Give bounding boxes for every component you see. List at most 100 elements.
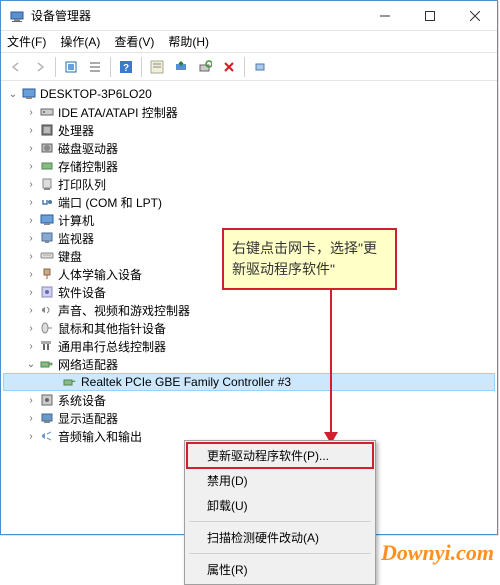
menubar: 文件(F) 操作(A) 查看(V) 帮助(H) bbox=[1, 31, 497, 53]
list-view-button[interactable] bbox=[84, 56, 106, 78]
window-title: 设备管理器 bbox=[31, 7, 362, 24]
chevron-right-icon[interactable]: › bbox=[25, 178, 37, 190]
tree-item-label: 软件设备 bbox=[58, 284, 106, 301]
ctx-scan[interactable]: 扫描检测硬件改动(A) bbox=[187, 525, 373, 550]
svg-text:?: ? bbox=[123, 63, 129, 74]
minimize-button[interactable] bbox=[362, 1, 407, 30]
tooltip-text: 右键点击网卡，选择"更新驱动程序软件" bbox=[232, 240, 377, 277]
tree-item-label: 计算机 bbox=[58, 212, 94, 229]
menu-view[interactable]: 查看(V) bbox=[114, 33, 154, 50]
close-button[interactable] bbox=[452, 1, 497, 30]
tree-item-label: Realtek PCIe GBE Family Controller #3 bbox=[81, 375, 291, 389]
chevron-right-icon[interactable]: › bbox=[25, 232, 37, 244]
tree-item-label: 处理器 bbox=[58, 122, 94, 139]
help-button[interactable]: ? bbox=[115, 56, 137, 78]
separator bbox=[189, 553, 371, 554]
chevron-right-icon[interactable]: › bbox=[25, 196, 37, 208]
device-icon bbox=[39, 158, 55, 174]
tree-item-label: 人体学输入设备 bbox=[58, 266, 142, 283]
tree-item[interactable]: › 通用串行总线控制器 bbox=[3, 337, 495, 355]
device-icon bbox=[39, 284, 55, 300]
tree-item-label: 键盘 bbox=[58, 248, 82, 265]
tree-item-label: 网络适配器 bbox=[58, 356, 118, 373]
chevron-right-icon[interactable]: › bbox=[25, 214, 37, 226]
show-hidden-button[interactable] bbox=[60, 56, 82, 78]
tree-root[interactable]: ⌄ DESKTOP-3P6LO20 bbox=[3, 85, 495, 103]
device-icon bbox=[39, 428, 55, 444]
forward-button[interactable] bbox=[29, 56, 51, 78]
tree-item[interactable]: › IDE ATA/ATAPI 控制器 bbox=[3, 103, 495, 121]
enable-button[interactable] bbox=[249, 56, 271, 78]
chevron-right-icon[interactable]: › bbox=[25, 430, 37, 442]
chevron-right-icon[interactable]: › bbox=[25, 304, 37, 316]
device-icon bbox=[39, 194, 55, 210]
menu-file[interactable]: 文件(F) bbox=[7, 33, 46, 50]
tree-item[interactable]: ⌄ 网络适配器 bbox=[3, 355, 495, 373]
chevron-right-icon[interactable]: › bbox=[25, 412, 37, 424]
ctx-update-driver[interactable]: 更新驱动程序软件(P)... bbox=[187, 443, 373, 468]
device-icon bbox=[39, 212, 55, 228]
device-icon bbox=[39, 410, 55, 426]
tree-item-child[interactable]: Realtek PCIe GBE Family Controller #3 bbox=[3, 373, 495, 391]
chevron-right-icon[interactable]: › bbox=[25, 124, 37, 136]
titlebar: 设备管理器 bbox=[1, 1, 497, 31]
tree-item[interactable]: › 处理器 bbox=[3, 121, 495, 139]
chevron-down-icon[interactable]: ⌄ bbox=[25, 358, 37, 370]
properties-button[interactable] bbox=[146, 56, 168, 78]
tree-item-label: 鼠标和其他指针设备 bbox=[58, 320, 166, 337]
device-icon bbox=[39, 320, 55, 336]
separator bbox=[189, 521, 371, 522]
device-icon bbox=[39, 140, 55, 156]
update-driver-button[interactable] bbox=[170, 56, 192, 78]
chevron-right-icon[interactable]: › bbox=[25, 250, 37, 262]
tree-item[interactable]: ›磁盘驱动器 bbox=[3, 139, 495, 157]
tree-item[interactable]: › 鼠标和其他指针设备 bbox=[3, 319, 495, 337]
device-icon bbox=[39, 356, 55, 372]
device-icon bbox=[39, 122, 55, 138]
device-icon bbox=[39, 338, 55, 354]
chevron-right-icon[interactable]: › bbox=[25, 142, 37, 154]
watermark: Downyi.com bbox=[381, 540, 494, 566]
context-menu: 更新驱动程序软件(P)... 禁用(D) 卸载(U) 扫描检测硬件改动(A) 属… bbox=[184, 440, 376, 585]
window-controls bbox=[362, 1, 497, 30]
back-button[interactable] bbox=[5, 56, 27, 78]
tree-item[interactable]: › 打印队列 bbox=[3, 175, 495, 193]
menu-action[interactable]: 操作(A) bbox=[60, 33, 100, 50]
annotation-arrow bbox=[330, 286, 332, 436]
tree-item[interactable]: ›端口 (COM 和 LPT) bbox=[3, 193, 495, 211]
device-icon bbox=[39, 230, 55, 246]
tree-item[interactable]: ›显示适配器 bbox=[3, 409, 495, 427]
chevron-down-icon[interactable]: ⌄ bbox=[7, 88, 19, 100]
maximize-button[interactable] bbox=[407, 1, 452, 30]
tree-item[interactable]: › 系统设备 bbox=[3, 391, 495, 409]
chevron-right-icon[interactable]: › bbox=[25, 322, 37, 334]
tree-item-label: 存储控制器 bbox=[58, 158, 118, 175]
tree-item-label: 打印队列 bbox=[58, 176, 106, 193]
chevron-right-icon[interactable]: › bbox=[25, 106, 37, 118]
computer-icon bbox=[21, 86, 37, 102]
tree-item-label: 监视器 bbox=[58, 230, 94, 247]
menu-help[interactable]: 帮助(H) bbox=[168, 33, 209, 50]
scan-hardware-button[interactable] bbox=[194, 56, 216, 78]
tree-item-label: IDE ATA/ATAPI 控制器 bbox=[58, 104, 178, 121]
tree-item-label: 系统设备 bbox=[58, 392, 106, 409]
chevron-right-icon[interactable]: › bbox=[25, 286, 37, 298]
separator bbox=[141, 57, 142, 77]
chevron-right-icon[interactable]: › bbox=[25, 394, 37, 406]
device-icon bbox=[39, 266, 55, 282]
tree-item[interactable]: › 存储控制器 bbox=[3, 157, 495, 175]
app-icon bbox=[9, 8, 25, 24]
chevron-right-icon[interactable]: › bbox=[25, 340, 37, 352]
tree-item-label: 通用串行总线控制器 bbox=[58, 338, 166, 355]
ctx-disable[interactable]: 禁用(D) bbox=[187, 468, 373, 493]
uninstall-button[interactable] bbox=[218, 56, 240, 78]
chevron-right-icon[interactable]: › bbox=[25, 160, 37, 172]
tree-item[interactable]: › 声音、视频和游戏控制器 bbox=[3, 301, 495, 319]
tree-item[interactable]: › 计算机 bbox=[3, 211, 495, 229]
ctx-uninstall[interactable]: 卸载(U) bbox=[187, 493, 373, 518]
separator bbox=[244, 57, 245, 77]
device-icon bbox=[39, 176, 55, 192]
chevron-right-icon[interactable]: › bbox=[25, 268, 37, 280]
tree-item-label: 声音、视频和游戏控制器 bbox=[58, 302, 190, 319]
root-label: DESKTOP-3P6LO20 bbox=[40, 87, 152, 101]
